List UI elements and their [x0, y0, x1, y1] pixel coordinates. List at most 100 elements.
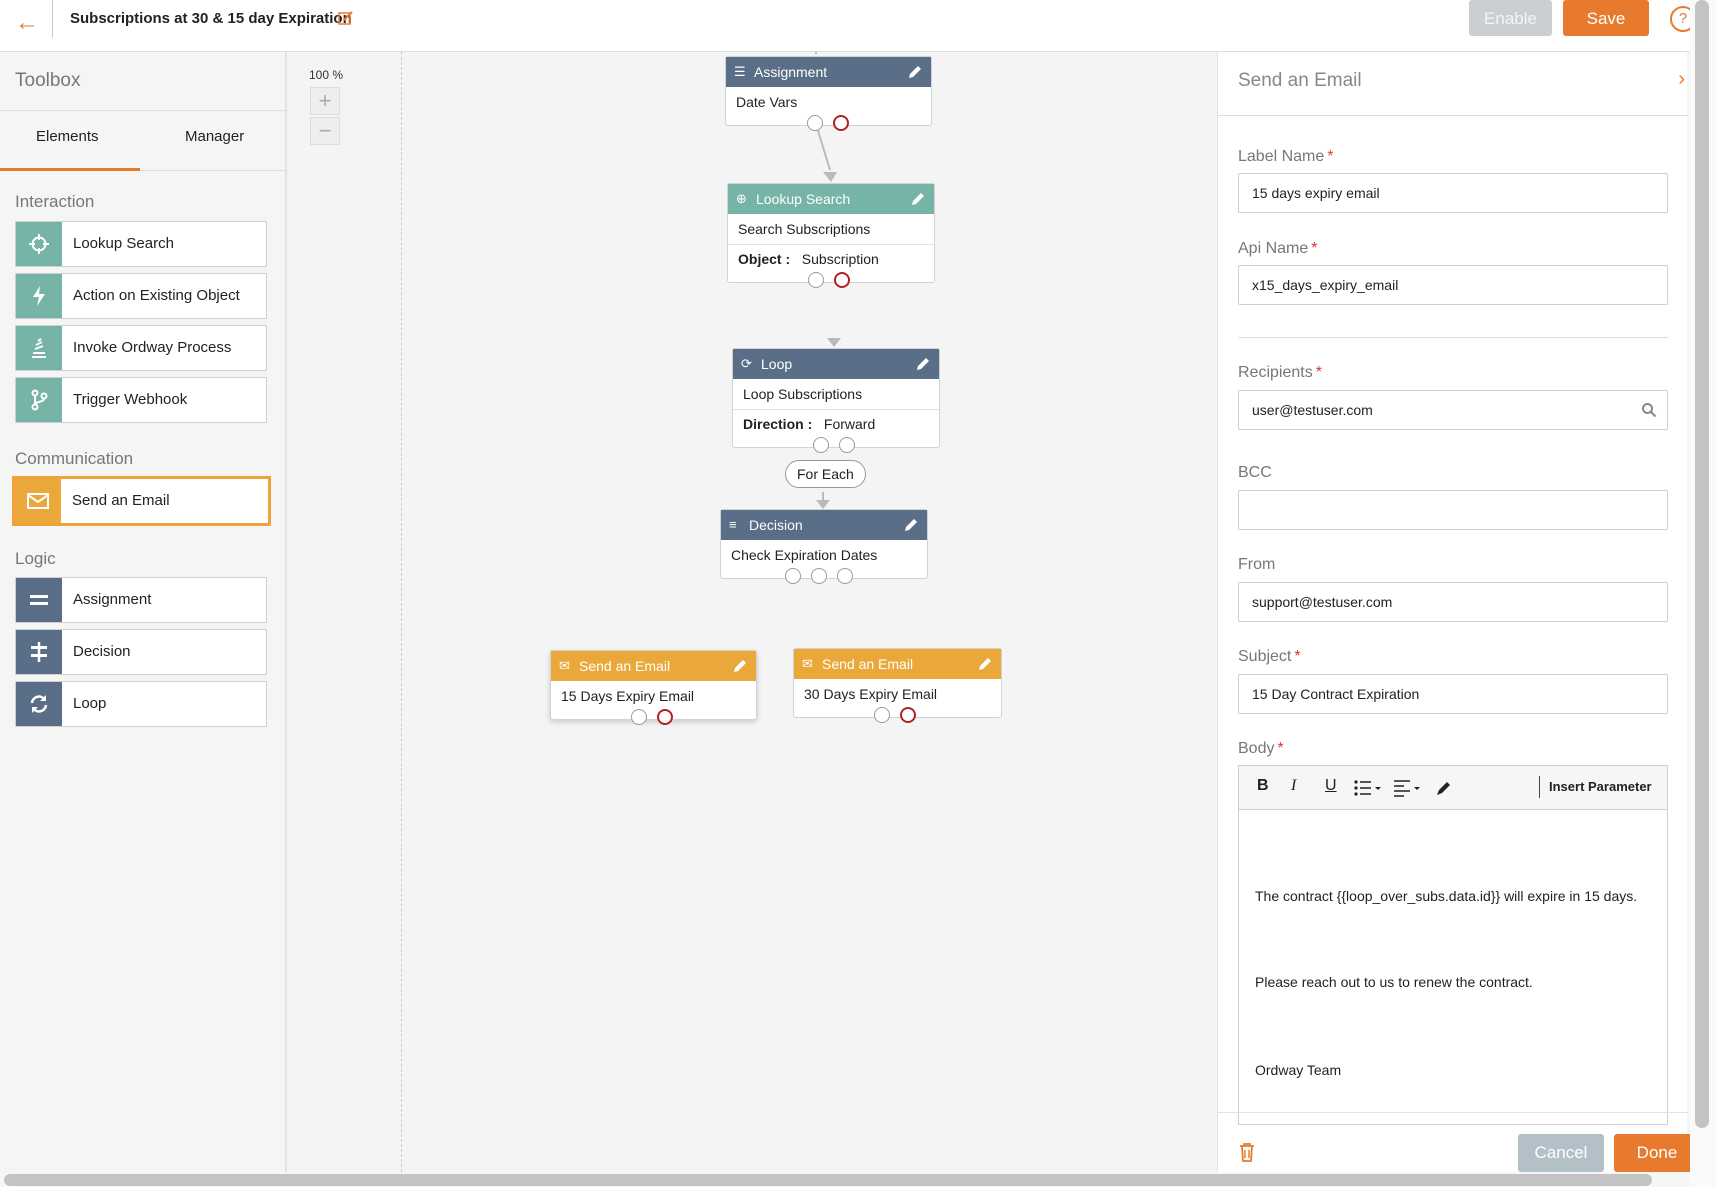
tab-manager[interactable]: Manager [185, 128, 244, 145]
node-label: Loop Subscriptions [743, 386, 863, 402]
trash-icon[interactable] [1238, 1142, 1256, 1162]
port-out[interactable] [900, 707, 916, 723]
section-label-logic: Logic [15, 549, 56, 568]
node-lookup-search[interactable]: ⊕ Lookup Search Search Subscriptions Obj… [727, 183, 935, 288]
port-out[interactable] [834, 272, 850, 288]
node-send-email-15[interactable]: ✉ Send an Email 15 Days Expiry Email [550, 650, 757, 725]
pencil-icon[interactable] [907, 64, 923, 80]
port-out[interactable] [837, 568, 853, 584]
pencil-icon[interactable] [903, 517, 919, 533]
label-name-input[interactable]: 15 days expiry email [1238, 173, 1668, 213]
node-label: Check Expiration Dates [731, 547, 878, 563]
underline-button[interactable]: U [1325, 777, 1337, 795]
lightning-icon [16, 274, 62, 318]
port-in[interactable] [808, 272, 824, 288]
crosshair-icon [16, 222, 62, 266]
search-icon[interactable] [1641, 402, 1657, 418]
property-key: Object : [738, 251, 791, 267]
pencil-icon[interactable] [910, 191, 926, 207]
insert-parameter-button[interactable]: Insert Parameter [1549, 779, 1652, 794]
port-out[interactable] [811, 568, 827, 584]
horizontal-scrollbar[interactable] [4, 1174, 1652, 1186]
pencil-icon[interactable] [915, 356, 931, 372]
tool-loop[interactable]: Loop [15, 681, 267, 727]
port-out[interactable] [657, 709, 673, 725]
editor-content[interactable]: The contract {{loop_over_subs.data.id}} … [1255, 814, 1655, 1114]
done-button[interactable]: Done [1614, 1134, 1700, 1172]
tool-label: Lookup Search [73, 235, 174, 252]
back-arrow-icon[interactable]: ← [10, 6, 44, 40]
italic-button[interactable]: I [1291, 777, 1296, 795]
equals-icon [16, 578, 62, 622]
active-tab-indicator [0, 168, 140, 171]
arrow-down-icon [827, 338, 841, 347]
workflow-title: Subscriptions at 30 & 15 day Expiration [70, 10, 352, 27]
close-panel-chevron-icon[interactable]: › [1678, 68, 1685, 91]
save-button[interactable]: Save [1563, 0, 1649, 36]
tool-action-on-existing-object[interactable]: Action on Existing Object [15, 273, 267, 319]
port-in[interactable] [785, 568, 801, 584]
from-label: From [1238, 556, 1276, 573]
subject-label: Subject * [1238, 648, 1301, 665]
recipients-value: user@testuser.com [1252, 402, 1373, 418]
node-type: Assignment [754, 64, 828, 80]
tool-assignment[interactable]: Assignment [15, 577, 267, 623]
for-each-connector-label[interactable]: For Each [785, 460, 866, 488]
tool-label: Loop [73, 695, 107, 712]
process-icon [16, 326, 62, 370]
node-label: Search Subscriptions [738, 221, 871, 237]
body-label: Body * [1238, 740, 1284, 757]
port-out[interactable] [833, 115, 849, 131]
tool-lookup-search[interactable]: Lookup Search [15, 221, 267, 267]
tool-invoke-ordway-process[interactable]: Invoke Ordway Process [15, 325, 267, 371]
tool-send-an-email[interactable]: Send an Email [12, 476, 271, 526]
loop-icon: ⟳ [741, 356, 752, 371]
recipients-input[interactable]: user@testuser.com [1238, 390, 1668, 430]
bold-button[interactable]: B [1257, 777, 1269, 795]
editor-toolbar: B I U Insert Parameter [1239, 766, 1667, 810]
node-header: ≡ Decision [721, 510, 927, 540]
cancel-button[interactable]: Cancel [1518, 1134, 1604, 1172]
bcc-input[interactable] [1238, 490, 1668, 530]
port-out[interactable] [839, 437, 855, 453]
from-input[interactable]: support@testuser.com [1238, 582, 1668, 622]
tool-label: Send an Email [72, 492, 170, 509]
workflow-canvas[interactable]: 100 % + − ☰ Assignment Date Vars ⊕ Looku… [289, 52, 1217, 1172]
pencil-icon[interactable] [732, 658, 748, 674]
port-in[interactable] [813, 437, 829, 453]
bullet-list-icon[interactable] [1353, 779, 1383, 797]
node-header: ✉ Send an Email [551, 651, 756, 681]
tab-elements[interactable]: Elements [36, 128, 99, 145]
node-decision[interactable]: ≡ Decision Check Expiration Dates [720, 509, 928, 584]
equals-icon: ☰ [734, 64, 746, 79]
vertical-scrollbar[interactable] [1695, 0, 1709, 1128]
api-name-input[interactable]: x15_days_expiry_email [1238, 265, 1668, 305]
brush-icon[interactable] [1435, 779, 1453, 797]
subject-input[interactable]: 15 Day Contract Expiration [1238, 674, 1668, 714]
body-paragraph: Please reach out to us to renew the cont… [1255, 974, 1533, 990]
node-type: Decision [749, 517, 803, 533]
pencil-icon[interactable] [977, 656, 993, 672]
divider [1539, 776, 1540, 798]
body-paragraph: The contract {{loop_over_subs.data.id}} … [1255, 888, 1638, 904]
port-in[interactable] [631, 709, 647, 725]
tool-trigger-webhook[interactable]: Trigger Webhook [15, 377, 267, 423]
tool-decision[interactable]: Decision [15, 629, 267, 675]
node-send-email-30[interactable]: ✉ Send an Email 30 Days Expiry Email [793, 648, 1002, 723]
align-icon[interactable] [1393, 779, 1423, 797]
property-key: Direction : [743, 416, 813, 432]
bcc-label: BCC [1238, 464, 1272, 481]
node-type: Loop [761, 356, 793, 372]
port-in[interactable] [807, 115, 823, 131]
body-rich-text-editor[interactable]: B I U Insert Parameter The contract {{lo… [1238, 765, 1668, 1125]
edit-icon[interactable] [338, 10, 354, 26]
label-name-label: Label Name * [1238, 148, 1334, 165]
divider [1218, 1112, 1688, 1113]
toolbox-panel: Toolbox Elements Manager Interaction Loo… [0, 52, 287, 1172]
node-assignment[interactable]: ☰ Assignment Date Vars [725, 56, 932, 131]
toolbox-title: Toolbox [15, 70, 81, 91]
envelope-icon: ✉ [802, 656, 813, 671]
node-loop[interactable]: ⟳ Loop Loop Subscriptions Direction : Fo… [732, 348, 940, 453]
enable-button[interactable]: Enable [1469, 0, 1552, 36]
port-in[interactable] [874, 707, 890, 723]
